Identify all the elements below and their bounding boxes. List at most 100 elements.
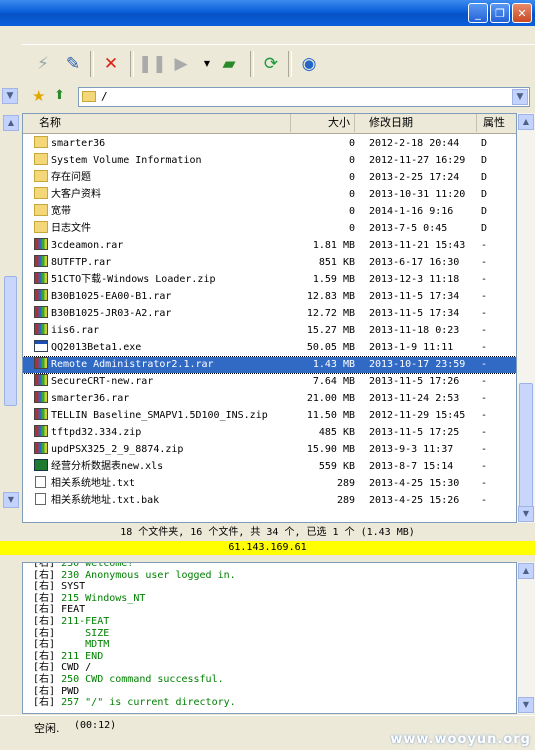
file-row[interactable]: TELLIN Baseline_SMAPV1.5D100_INS.zip 11.5… [23,408,516,424]
file-row[interactable]: System Volume Information 0 2012-11-27 16:… [23,153,516,169]
ascii-icon[interactable]: ▰ [216,51,242,77]
refresh-icon[interactable]: ⟳ [258,51,284,77]
log-tag: [右] [33,604,56,616]
file-modified: 2013-11-5 17:34 [369,291,460,302]
toolbar-separator [130,51,134,77]
log-scrollbar[interactable]: ▲ ▼ [517,562,535,714]
file-modified: 2013-11-21 15:43 [369,240,466,251]
transfer-icon[interactable]: ▶ [168,51,194,77]
file-modified: 2013-10-17 23:59 [369,359,466,370]
path-combobox[interactable]: / ▼ [78,87,530,107]
scroll-down-button[interactable]: ▼ [518,506,534,522]
file-row[interactable]: B30B1025-EA00-B1.rar 12.83 MB 2013-11-5 17… [23,289,516,305]
globe-icon[interactable]: ◉ [296,51,322,77]
log-tag: [右] [33,685,56,697]
file-list-scrollbar[interactable]: ▲ ▼ [517,113,535,523]
archive-icon [34,391,48,403]
file-row[interactable]: iis6.rar 15.27 MB 2013-11-18 0:23 - [23,323,516,339]
file-row[interactable]: 相关系统地址.txt.bak 289 2013-4-25 15:26 - [23,493,516,509]
file-row[interactable]: updPSX325_2_9_8874.zip 15.90 MB 2013-9-3 1… [23,442,516,458]
file-modified: 2013-11-24 2:53 [369,393,460,404]
disconnect-icon[interactable]: ✎ [60,51,86,77]
file-row[interactable]: 8UTFTP.rar 851 KB 2013-6-17 16:30 - [23,255,516,271]
file-row[interactable]: Remote Administrator2.1.rar 1.43 MB 2013-1… [23,356,516,374]
column-header-attr[interactable]: 属性 [477,114,516,132]
file-size: 0 [348,172,355,183]
log-panel[interactable]: [右] 230 welcome! [右] 230 Anonymous user l… [22,562,517,714]
left-scroll-up[interactable]: ▲ [3,115,19,131]
connect-icon[interactable]: ⚡ [30,51,56,77]
connection-state: 空闲. [34,722,60,735]
path-dropdown-arrow[interactable]: ▼ [512,89,528,105]
log-text: SYST [55,581,86,593]
remote-file-list[interactable]: 名称 大小 修改日期 属性 smarter36 0 2012-2-18 20:44 D… [22,113,517,523]
file-modified: 2012-11-29 15:45 [369,410,466,421]
file-size: 50.05 MB [306,342,355,353]
folder-icon [34,204,48,216]
minimize-button[interactable]: _ [468,3,488,23]
log-line: [右] MDTM [33,639,109,651]
file-attr: - [481,376,488,387]
left-scrollbar-thumb[interactable] [4,276,17,406]
log-text: MDTM [55,639,110,651]
stop-icon[interactable]: ✕ [98,51,124,77]
archive-icon [34,255,48,267]
archive-icon [34,408,48,420]
file-size: 15.27 MB [306,325,355,336]
file-size: 21.00 MB [306,393,355,404]
file-row[interactable]: smarter36 0 2012-2-18 20:44 D [23,136,516,152]
log-tag: [右] [33,627,56,639]
log-tag: [右] [33,562,56,569]
archive-icon [34,306,48,318]
file-name: 8UTFTP.rar [51,257,112,268]
pause-icon[interactable]: ❚❚ [138,51,167,77]
file-size: 559 KB [318,461,355,472]
file-row[interactable]: smarter36.rar 21.00 MB 2013-11-24 2:53 - [23,391,516,407]
close-button[interactable]: ✕ [512,3,532,23]
log-text: PWD [55,685,80,697]
log-scroll-up-button[interactable]: ▲ [518,563,534,579]
file-row[interactable]: 51CTO下载-Windows Loader.zip 1.59 MB 2013-12… [23,272,516,288]
column-header-name[interactable]: 名称 [23,114,291,132]
file-size: 0 [348,155,355,166]
file-row[interactable]: 存在问题 0 2013-2-25 17:24 D [23,170,516,186]
file-attr: - [481,495,488,506]
star-icon[interactable]: ★ [32,87,50,105]
file-modified: 2013-11-5 17:26 [369,376,460,387]
file-row[interactable]: 大客户资料 0 2013-10-31 11:20 D [23,187,516,203]
file-size: 485 KB [318,427,355,438]
file-attr: - [481,291,488,302]
file-attr: D [481,223,488,234]
column-header-size[interactable]: 大小 [291,114,355,132]
file-attr: - [481,393,488,404]
file-modified: 2013-4-25 15:30 [369,478,460,489]
excel-icon [34,459,48,471]
file-row[interactable]: QQ2013Beta1.exe 50.05 MB 2013-1-9 11:11 - [23,340,516,356]
log-line: [右] PWD [33,686,79,698]
file-row[interactable]: SecureCRT-new.rar 7.64 MB 2013-11-5 17:26 - [23,374,516,390]
scrollbar-thumb[interactable] [519,383,533,513]
file-row[interactable]: 宽带 0 2014-1-16 9:16 D [23,204,516,220]
file-name: 经营分析数据表new.xls [51,461,164,472]
file-row[interactable]: 3cdeamon.rar 1.81 MB 2013-11-21 15:43 - [23,238,516,254]
left-scroll-down[interactable]: ▼ [3,492,19,508]
restore-button[interactable]: ❐ [490,3,510,23]
file-attr: - [481,308,488,319]
file-name: Remote Administrator2.1.rar [51,359,214,370]
left-dropdown-arrow[interactable]: ▼ [2,88,18,104]
file-attr: D [481,189,488,200]
column-header-modified[interactable]: 修改日期 [355,114,477,132]
title-bar: _ ❐ ✕ [0,0,535,26]
file-row[interactable]: 经营分析数据表new.xls 559 KB 2013-8-7 15:14 - [23,459,516,475]
file-name: iis6.rar [51,325,100,336]
file-row[interactable]: B30B1025-JR03-A2.rar 12.72 MB 2013-11-5 17… [23,306,516,322]
up-folder-icon[interactable]: ⬆ [54,87,72,105]
selection-status: 18 个文件夹, 16 个文件, 共 34 个, 已选 1 个 (1.43 MB… [0,525,535,541]
file-row[interactable]: 日志文件 0 2013-7-5 0:45 D [23,221,516,237]
log-scroll-down-button[interactable]: ▼ [518,697,534,713]
file-row[interactable]: 相关系统地址.txt 289 2013-4-25 15:30 - [23,476,516,492]
file-name: smarter36.rar [51,393,130,404]
file-modified: 2013-4-25 15:26 [369,495,460,506]
scroll-up-button[interactable]: ▲ [518,114,534,130]
file-row[interactable]: tftpd32.334.zip 485 KB 2013-11-5 17:25 - [23,425,516,441]
